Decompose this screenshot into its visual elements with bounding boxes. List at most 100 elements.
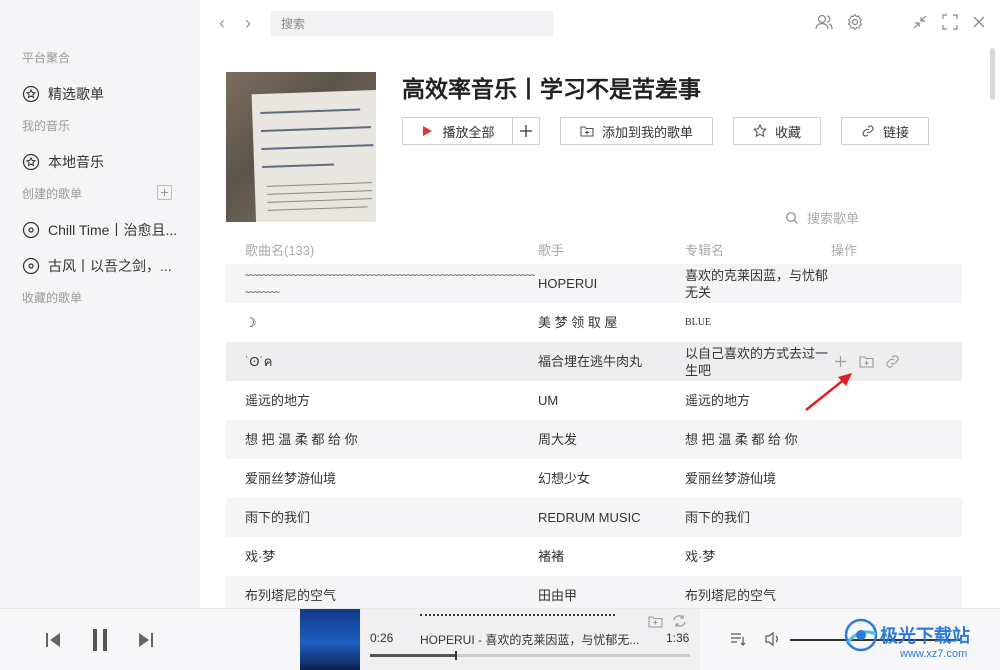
sidebar-item-local-music[interactable]: 本地音乐: [22, 150, 190, 174]
table-row[interactable]: ~~~~~~~~~~~~~~~~~~~~~~~~~~~~~~~~~~~~~~~~…: [226, 264, 962, 303]
sidebar-item-label: 精选歌单: [48, 86, 104, 102]
current-time: 0:26: [370, 631, 394, 645]
page-title: 高效率音乐丨学习不是苦差事: [402, 76, 701, 102]
song-name: 戏·梦: [245, 549, 276, 564]
star-circle-icon: [22, 153, 40, 171]
song-artist[interactable]: 褚褚: [538, 537, 678, 576]
search-songs[interactable]: 搜索歌单: [785, 208, 859, 227]
watermark-text: 极光下载站: [880, 626, 970, 646]
table-row[interactable]: 想 把 温 柔 都 给 你 周大发 想 把 温 柔 都 给 你: [226, 420, 962, 459]
link-button[interactable]: 链接: [841, 117, 929, 145]
song-album[interactable]: BLUE: [685, 303, 835, 342]
volume-icon[interactable]: [764, 631, 782, 647]
song-artist[interactable]: 福合埋在逃牛肉丸: [538, 342, 678, 381]
fullscreen-icon[interactable]: [940, 12, 960, 32]
forward-icon[interactable]: ›: [238, 13, 258, 33]
watermark: 极光下载站 www.xz7.com: [840, 614, 1000, 670]
sidebar-item-playlist[interactable]: 古风丨以吾之剑，...: [22, 254, 190, 278]
song-name: ˙ʘ˙ค: [245, 354, 273, 369]
song-album[interactable]: 想 把 温 柔 都 给 你: [685, 420, 835, 459]
song-name: ☽: [245, 315, 257, 330]
song-name: 想 把 温 柔 都 给 你: [245, 432, 358, 447]
song-artist[interactable]: 幻想少女: [538, 459, 678, 498]
folder-plus-icon: [580, 126, 594, 137]
progress-handle[interactable]: [455, 651, 458, 660]
scrollbar[interactable]: [990, 48, 995, 100]
section-platform: 平台聚合: [22, 51, 71, 65]
table-header: 歌曲名(133) 歌手 专辑名 操作: [226, 236, 962, 260]
header-artist[interactable]: 歌手: [538, 240, 564, 259]
song-artist[interactable]: UM: [538, 381, 678, 420]
sidebar-item-label: 本地音乐: [48, 154, 104, 170]
add-playlist-icon[interactable]: [157, 185, 172, 200]
sidebar-item-featured[interactable]: 精选歌单: [22, 82, 190, 106]
sidebar-item-label: 古风丨以吾之剑，...: [48, 258, 172, 274]
play-all-label: 播放全部: [442, 124, 495, 140]
header-name[interactable]: 歌曲名(133): [245, 240, 314, 259]
folder-plus-icon[interactable]: [858, 353, 875, 370]
next-icon[interactable]: [137, 631, 155, 649]
now-playing-panel: 0:26 HOPERUI - 喜欢的克莱因蓝，与忧郁无... 1:36: [360, 609, 700, 670]
song-artist[interactable]: HOPERUI: [538, 264, 678, 303]
progress-bar[interactable]: [370, 651, 690, 660]
header-album[interactable]: 专辑名: [685, 240, 724, 259]
close-icon[interactable]: [969, 12, 989, 32]
watermark-logo-icon: [844, 618, 878, 652]
sidebar-item-label: Chill Time丨治愈且...: [48, 222, 178, 238]
section-my-music: 我的音乐: [22, 119, 71, 133]
song-name: 遥远的地方: [245, 393, 311, 408]
section-created: 创建的歌单: [22, 187, 83, 201]
collect-label: 收藏: [774, 124, 801, 140]
table-row[interactable]: ☽ 美 梦 领 取 屋 BLUE: [226, 303, 962, 342]
search-songs-label: 搜索歌单: [807, 211, 860, 226]
search-input[interactable]: [271, 11, 553, 36]
table-row[interactable]: 布列塔尼的空气 田由甲 布列塔尼的空气: [226, 576, 962, 608]
plus-icon: [520, 125, 532, 137]
disc-icon: [22, 257, 40, 275]
play-icon: [423, 126, 433, 136]
link-icon: [862, 125, 874, 137]
playlist-cover: [226, 72, 376, 222]
disc-icon: [22, 221, 40, 239]
collect-button[interactable]: 收藏: [733, 117, 821, 145]
minimize-icon[interactable]: [910, 12, 930, 32]
now-playing-cover[interactable]: [300, 609, 360, 670]
song-name: 爱丽丝梦游仙境: [245, 471, 337, 486]
play-all-button[interactable]: 播放全部: [402, 117, 513, 145]
song-album[interactable]: 戏·梦: [685, 537, 835, 576]
link-icon[interactable]: [884, 353, 901, 370]
section-collected: 收藏的歌单: [22, 291, 83, 305]
song-album[interactable]: 爱丽丝梦游仙境: [685, 459, 835, 498]
song-album[interactable]: 喜欢的克莱因蓝，与忧郁无关: [685, 264, 835, 303]
star-circle-icon: [22, 85, 40, 103]
link-label: 链接: [882, 124, 909, 140]
song-name: ~~~~~~~~~~~~~~~~~~~~~~~~~~~~~~~~~~~~~~~~…: [245, 269, 535, 297]
table-row[interactable]: 雨下的我们 REDRUM MUSIC 雨下的我们: [226, 498, 962, 537]
back-icon[interactable]: ‹: [212, 13, 232, 33]
table-row[interactable]: 戏·梦 褚褚 戏·梦: [226, 537, 962, 576]
now-playing-title-mark: [420, 614, 615, 618]
annotation-arrow-icon: [805, 373, 852, 411]
song-artist[interactable]: 周大发: [538, 420, 678, 459]
sidebar: 平台聚合 精选歌单 我的音乐 本地音乐 创建的歌单 Chill Time丨治愈且…: [0, 0, 200, 608]
add-to-queue-button[interactable]: [512, 117, 540, 145]
table-row[interactable]: 爱丽丝梦游仙境 幻想少女 爱丽丝梦游仙境: [226, 459, 962, 498]
pause-icon[interactable]: [90, 628, 110, 652]
watermark-url: www.xz7.com: [900, 648, 968, 660]
star-icon: [752, 124, 767, 138]
song-artist[interactable]: 美 梦 领 取 屋: [538, 303, 678, 342]
previous-icon[interactable]: [44, 631, 62, 649]
gear-icon[interactable]: [845, 12, 865, 32]
playlist-queue-icon[interactable]: [730, 631, 746, 647]
song-album[interactable]: 雨下的我们: [685, 498, 835, 537]
add-to-my-playlist-button[interactable]: 添加到我的歌单: [560, 117, 713, 145]
total-time: 1:36: [666, 631, 690, 645]
folder-plus-icon[interactable]: [648, 614, 663, 628]
song-artist[interactable]: REDRUM MUSIC: [538, 498, 678, 537]
now-playing-info: HOPERUI - 喜欢的克莱因蓝，与忧郁无...: [420, 633, 640, 647]
user-icon[interactable]: [814, 12, 834, 32]
sidebar-item-playlist[interactable]: Chill Time丨治愈且...: [22, 218, 190, 242]
top-bar: ‹ ›: [200, 0, 1000, 46]
progress-fill: [370, 654, 457, 657]
repeat-icon[interactable]: [672, 614, 687, 628]
